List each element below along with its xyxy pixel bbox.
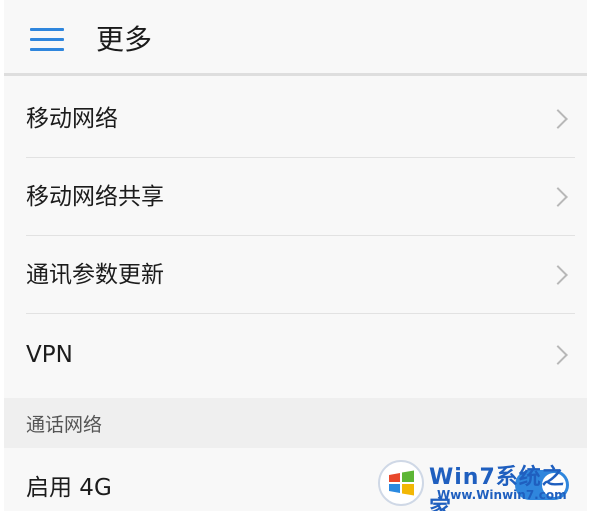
windows-logo-icon (378, 460, 424, 506)
watermark: Win7系统之家 Www.Winwin7.com (377, 455, 577, 511)
menu-item-label: VPN (26, 342, 73, 368)
menu-item-tethering[interactable]: 移动网络共享 (4, 158, 587, 236)
chevron-right-icon (548, 265, 568, 285)
divider (26, 313, 575, 314)
section-header: 通话网络 (4, 398, 587, 448)
menu-item-label: 移动网络 (26, 106, 118, 132)
watermark-brand: Win7系统之家 (429, 465, 565, 511)
menu-item-carrier-update[interactable]: 通讯参数更新 (4, 236, 587, 314)
chevron-right-icon (548, 109, 568, 129)
chevron-right-icon (548, 187, 568, 207)
hamburger-menu-icon[interactable] (30, 28, 64, 52)
chevron-right-icon (548, 345, 568, 365)
app-header: 更多 (4, 0, 587, 76)
menu-item-label: 通讯参数更新 (26, 262, 164, 288)
menu-item-vpn[interactable]: VPN (4, 316, 587, 394)
watermark-url: Www.Winwin7.com (437, 488, 567, 502)
page-title: 更多 (96, 23, 153, 56)
menu-item-mobile-network[interactable]: 移动网络 (4, 80, 587, 158)
section-title: 通话网络 (26, 414, 103, 436)
enable-4g-label: 启用 4G (26, 475, 112, 501)
menu-item-label: 移动网络共享 (26, 184, 164, 210)
settings-screen: 更多 移动网络 移动网络共享 通讯参数更新 VPN 通话网络 启用 4G Win… (0, 0, 591, 511)
